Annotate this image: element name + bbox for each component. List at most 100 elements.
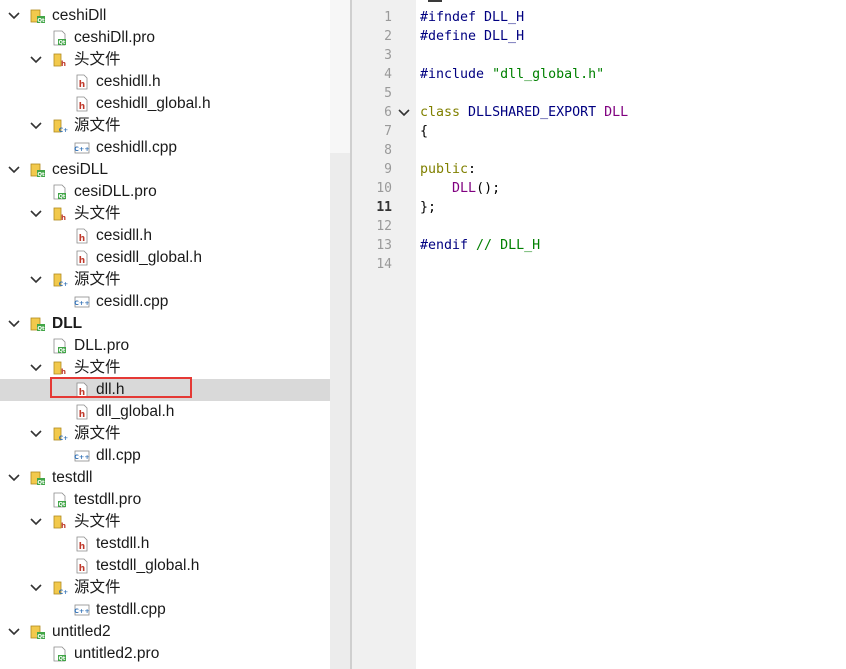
header-file-icon: h [74,558,90,574]
tree-row[interactable]: C++ testdll.cpp [0,599,330,621]
chevron-down-icon[interactable] [8,5,24,27]
svg-text:h: h [79,102,85,112]
tree-row[interactable]: Qt ceshiDll.pro [0,27,330,49]
tree-row[interactable]: Qt DLL [0,313,330,335]
tree-row-label: cesidll_global.h [96,249,202,266]
code-token: { [420,124,429,139]
code-token: #ifndef DLL_H [420,10,525,25]
tree-row-label: untitled2 [52,623,111,640]
tree-row[interactable]: Qt testdll [0,467,330,489]
tree-row[interactable]: Qt cesiDLL [0,159,330,181]
tree-row-label: 头文件 [74,205,121,222]
tree-row[interactable]: h 头文件 [0,203,330,225]
code-line[interactable]: public: [420,160,476,179]
sources-folder-icon: C+ [52,118,68,134]
tree-row[interactable]: h cesidll_global.h [0,247,330,269]
tree-row[interactable]: Qt testdll.pro [0,489,330,511]
tree-row[interactable]: C+ 源文件 [0,115,330,137]
tree-row-label: 源文件 [74,579,121,596]
qt-project-icon: Qt [30,316,46,332]
tree-row[interactable]: C++ dll.cpp [0,445,330,467]
tree-row[interactable]: Qt untitled2 [0,621,330,643]
line-number: 1 [384,10,392,25]
tree-row-label: 头文件 [74,513,121,530]
tree-row-label: testdll [52,469,93,486]
tree-row-label: 源文件 [74,425,121,442]
tree-row-label: cesiDLL.pro [74,183,157,200]
code-line[interactable]: { [420,122,428,141]
tree-row[interactable]: h ceshidll.h [0,71,330,93]
tree-row[interactable]: h 头文件 [0,49,330,71]
code-line[interactable]: class DLLSHARED_EXPORT DLL [420,103,628,122]
code-line[interactable]: #endif // DLL_H [420,236,540,255]
chevron-down-icon[interactable] [30,511,46,533]
code-line[interactable]: DLL(); [420,179,500,198]
tree-row[interactable]: C++ ceshidll.cpp [0,137,330,159]
chevron-down-icon[interactable] [8,621,24,643]
code-line[interactable]: #define DLL_H [420,27,524,46]
tree-row[interactable]: C+ 源文件 [0,577,330,599]
line-number: 10 [376,181,392,196]
tree-row[interactable]: h 头文件 [0,357,330,379]
tree-row-label: dll.cpp [96,447,141,464]
chevron-down-icon[interactable] [30,203,46,225]
tree-row[interactable]: C++ cesidll.cpp [0,291,330,313]
chevron-down-icon[interactable] [30,269,46,291]
chevron-down-icon[interactable] [30,423,46,445]
tree-row[interactable]: h dll_global.h [0,401,330,423]
code-line[interactable]: #include "dll_global.h" [420,65,604,84]
headers-folder-icon: h [52,360,68,376]
tree-row[interactable]: Qt untitled2.pro [0,643,330,665]
code-editor[interactable] [416,0,846,669]
tree-row-label: 头文件 [74,359,121,376]
header-file-icon: h [74,228,90,244]
tree-row[interactable]: Qt cesiDLL.pro [0,181,330,203]
chevron-down-icon[interactable] [30,115,46,137]
svg-text:Qt: Qt [59,40,66,46]
svg-text:Qt: Qt [37,172,45,178]
tree-row[interactable]: h cesidll.h [0,225,330,247]
svg-text:C+: C+ [59,127,68,134]
header-file-icon: h [74,382,90,398]
code-token: DLL [604,105,629,120]
qt-project-icon: Qt [30,162,46,178]
chevron-down-icon[interactable] [30,577,46,599]
headers-folder-icon: h [52,52,68,68]
tree-scrollbar-thumb[interactable] [330,0,350,153]
tree-row[interactable]: C+ 源文件 [0,269,330,291]
tree-row-label: testdll.h [96,535,150,552]
code-line[interactable]: }; [420,198,436,217]
project-tree[interactable]: Qt ceshiDll Qt ceshiDll.pro h 头文件 h ceshidll.h h… [0,0,330,669]
tree-row-label: ceshidll.h [96,73,161,90]
fold-chevron-icon[interactable] [398,103,412,122]
chevron-down-icon[interactable] [8,159,24,181]
chevron-down-icon[interactable] [30,357,46,379]
tree-row[interactable]: C+ 源文件 [0,423,330,445]
chevron-down-icon[interactable] [30,49,46,71]
code-line[interactable]: #ifndef DLL_H [420,8,524,27]
tree-row[interactable]: Qt DLL.pro [0,335,330,357]
headers-folder-icon: h [52,206,68,222]
code-token: "dll_global.h" [492,67,605,82]
tree-row[interactable]: h ceshidll_global.h [0,93,330,115]
pro-file-icon: Qt [52,646,68,662]
qt-project-icon: Qt [30,8,46,24]
svg-text:h: h [79,410,85,420]
tree-row[interactable]: Qt ceshiDll [0,5,330,27]
chevron-down-icon[interactable] [8,313,24,335]
tree-scrollbar[interactable] [330,0,350,669]
line-number: 3 [384,48,392,63]
tree-row[interactable]: h dll.h [0,379,330,401]
sources-folder-icon: C+ [52,580,68,596]
tree-row[interactable]: h 头文件 [0,511,330,533]
tree-row[interactable]: h testdll.h [0,533,330,555]
line-number: 6 [384,105,392,120]
line-number: 12 [376,219,392,234]
line-number: 4 [384,67,392,82]
cpp-file-icon: C++ [74,294,90,310]
header-file-icon: h [74,404,90,420]
tree-row[interactable]: h testdll_global.h [0,555,330,577]
line-number: 9 [384,162,392,177]
headers-folder-icon: h [52,514,68,530]
chevron-down-icon[interactable] [8,467,24,489]
